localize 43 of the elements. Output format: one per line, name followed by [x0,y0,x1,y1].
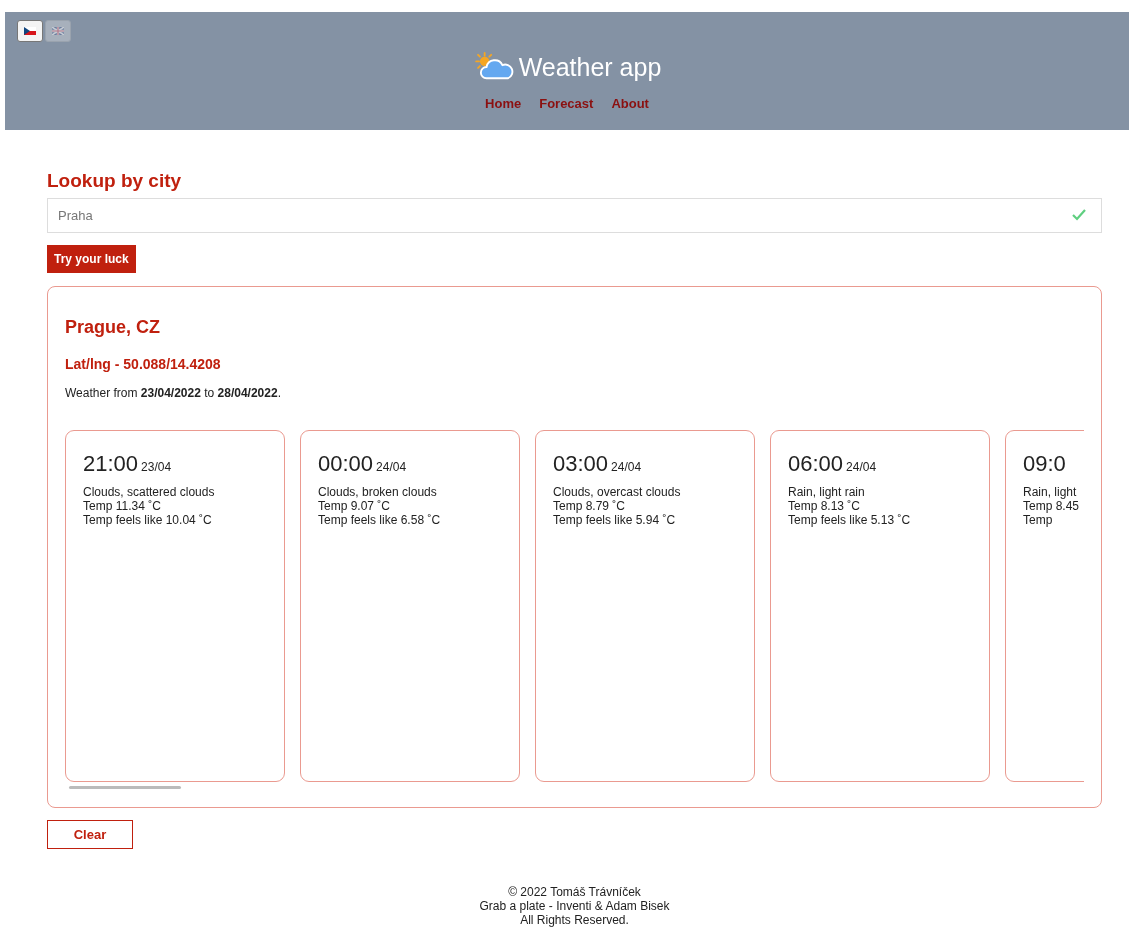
date-range: Weather from 23/04/2022 to 28/04/2022. [65,386,282,400]
sun-cloud-icon [472,52,515,82]
forecast-time: 09:0 [1023,451,1066,477]
forecast-detail: Temp feels like 5.94 ˚C [553,513,677,527]
city-field[interactable]: Praha [47,198,1102,233]
app-title: Weather app [518,52,662,82]
forecast-detail: Clouds, broken clouds [318,485,438,499]
forecast-detail: Temp 11.34 ˚C [83,499,162,513]
forecast-date: 24/04 [611,460,642,474]
coordinates: Lat/lng - 50.088/14.4208 [65,356,222,372]
nav-link[interactable]: Home [485,96,522,111]
submit-button[interactable]: Try your luck [47,245,136,273]
city-heading: Prague, CZ [65,317,162,338]
forecast-date: 23/04 [141,460,172,474]
forecast-time: 00:00 [318,451,374,477]
footer-text: © 2022 Tomáš Trávníček [507,885,642,899]
forecast-detail: Temp [1023,513,1054,527]
forecast-detail: Temp 8.13 ˚C [788,499,862,513]
forecast-detail: Temp feels like 5.13 ˚C [788,513,912,527]
forecast-detail: Temp 9.07 ˚C [318,499,392,513]
nav-link[interactable]: About [611,96,649,111]
nav-link[interactable]: Forecast [539,96,594,111]
forecast-detail: Clouds, scattered clouds [83,485,216,499]
forecast-time: 06:00 [788,451,844,477]
flag-icon [24,27,36,35]
forecast-detail: Clouds, overcast clouds [553,485,682,499]
forecast-time: 03:00 [553,451,609,477]
forecast-detail: Rain, light [1023,485,1078,499]
forecast-detail: Temp 8.45 [1023,499,1081,513]
forecast-date: 24/04 [846,460,877,474]
forecast-detail: Temp feels like 6.58 ˚C [318,513,442,527]
forecast-detail: Temp 8.79 ˚C [553,499,627,513]
forecast-detail: Temp feels like 10.04 ˚C [83,513,213,527]
clear-button[interactable]: Clear [47,820,133,849]
language-button[interactable] [17,20,43,42]
footer-text: Grab a plate - Inventi & Adam Bisek [478,899,671,913]
forecast-detail: Rain, light rain [788,485,866,499]
footer-text: All Rights Reserved. [519,913,630,927]
flag-icon [52,27,64,35]
scrollbar-thumb[interactable] [69,786,181,789]
section-heading: Lookup by city [47,170,183,192]
forecast-date: 24/04 [376,460,407,474]
forecast-time: 21:00 [83,451,139,477]
